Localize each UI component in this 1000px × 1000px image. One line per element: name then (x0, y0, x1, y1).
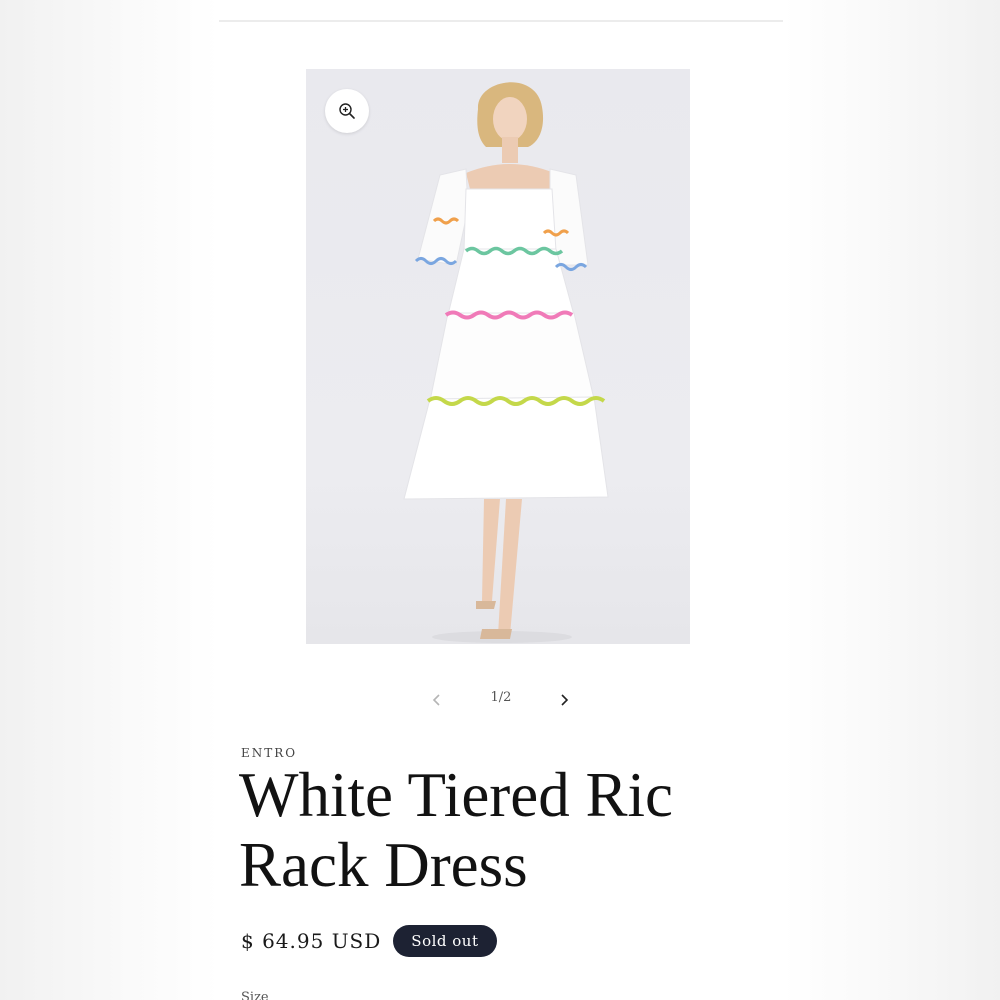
right-backdrop (783, 0, 1000, 1000)
left-backdrop (0, 0, 219, 1000)
gallery-slider: 1/2 (219, 684, 783, 714)
product-media[interactable] (306, 69, 690, 644)
header-divider (219, 20, 783, 22)
price-row: $ 64.95 USD Sold out (241, 922, 497, 960)
slide-counter: 1/2 (490, 690, 512, 705)
chevron-right-icon (561, 694, 569, 706)
zoom-button[interactable] (325, 89, 369, 133)
product-title: White Tiered Ric Rack Dress (239, 760, 673, 900)
product-price: $ 64.95 USD (241, 929, 382, 953)
previous-slide-button[interactable] (425, 688, 449, 712)
next-slide-button[interactable] (552, 688, 576, 712)
product-vendor: ENTRO (241, 746, 298, 760)
sold-out-badge: Sold out (393, 925, 497, 957)
zoom-in-icon (339, 103, 355, 119)
product-image (403, 82, 609, 643)
product-page: 1/2 ENTRO White Tiered Ric Rack Dress $ … (219, 0, 783, 1000)
size-label: Size (241, 990, 269, 1000)
chevron-left-icon (432, 694, 440, 706)
